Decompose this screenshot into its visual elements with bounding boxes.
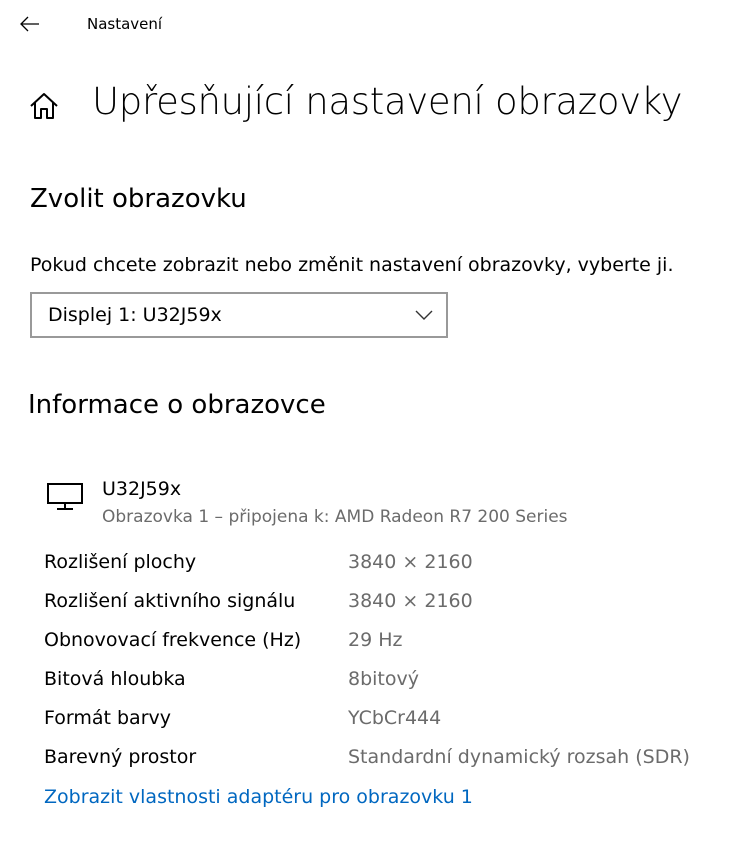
display-subtitle: Obrazovka 1 – připojena k: AMD Radeon R7… (102, 507, 568, 527)
info-label: Obnovovací frekvence (Hz) (44, 629, 302, 651)
dropdown-selected-value: Displej 1: U32J59x (48, 304, 222, 326)
select-display-description: Pokud chcete zobrazit nebo změnit nastav… (30, 254, 674, 276)
display-select-dropdown[interactable]: Displej 1: U32J59x (30, 292, 448, 338)
page-title: Upřesňující nastavení obrazovky (92, 80, 683, 123)
adapter-properties-link[interactable]: Zobrazit vlastnosti adaptéru pro obrazov… (44, 786, 473, 808)
info-label: Bitová hloubka (44, 668, 186, 690)
info-row-color-format: Formát barvy YCbCr444 (44, 707, 724, 737)
app-title: Nastavení (87, 15, 163, 33)
info-label: Rozlišení aktivního signálu (44, 590, 296, 612)
info-value: 29 Hz (348, 629, 403, 651)
chevron-down-icon (415, 310, 433, 320)
info-label: Rozlišení plochy (44, 551, 197, 573)
info-value: 8bitový (348, 668, 419, 690)
info-row-desktop-resolution: Rozlišení plochy 3840 × 2160 (44, 551, 724, 581)
select-display-heading: Zvolit obrazovku (30, 184, 247, 214)
info-row-bit-depth: Bitová hloubka 8bitový (44, 668, 724, 698)
back-button[interactable] (14, 8, 46, 40)
title-bar: Nastavení (0, 0, 732, 50)
home-icon[interactable] (28, 90, 60, 122)
info-row-active-signal-resolution: Rozlišení aktivního signálu 3840 × 2160 (44, 590, 724, 620)
info-row-color-space: Barevný prostor Standardní dynamický roz… (44, 746, 724, 776)
info-row-refresh-rate: Obnovovací frekvence (Hz) 29 Hz (44, 629, 724, 659)
back-arrow-icon (20, 16, 39, 32)
info-label: Formát barvy (44, 707, 171, 729)
display-name: U32J59x (102, 478, 182, 500)
info-value: YCbCr444 (348, 707, 442, 729)
info-label: Barevný prostor (44, 746, 197, 768)
display-info-heading: Informace o obrazovce (28, 390, 326, 420)
info-value: 3840 × 2160 (348, 551, 473, 573)
info-value: Standardní dynamický rozsah (SDR) (348, 746, 690, 768)
monitor-icon (47, 483, 83, 510)
info-value: 3840 × 2160 (348, 590, 473, 612)
